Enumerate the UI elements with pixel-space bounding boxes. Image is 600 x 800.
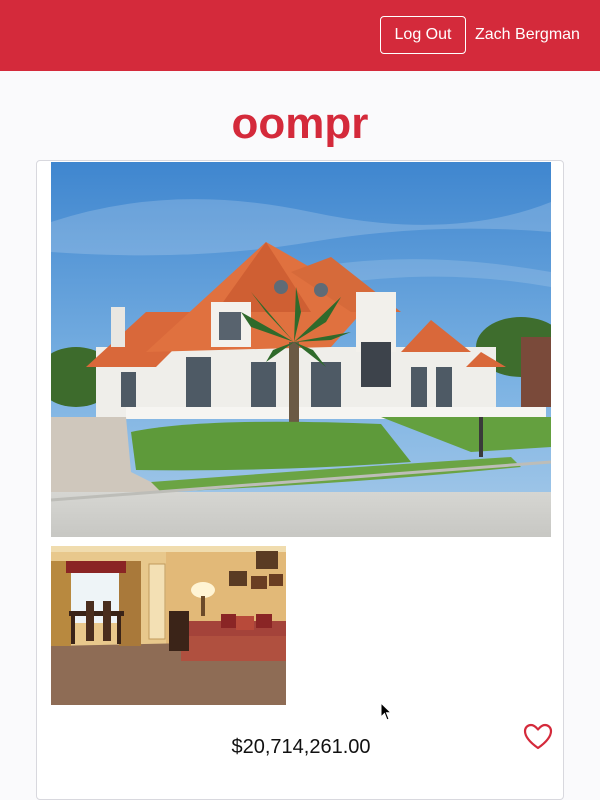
listing-card: $20,714,261.00 [36, 160, 564, 800]
house-exterior-photo[interactable] [51, 162, 551, 537]
logout-button[interactable]: Log Out [380, 16, 466, 54]
listing-price: $20,714,261.00 [231, 736, 371, 758]
app-title: oompr [231, 99, 369, 148]
user-name[interactable]: Zach Bergman [475, 25, 580, 45]
mouse-cursor-icon [380, 702, 393, 721]
living-room-photo[interactable] [51, 546, 286, 705]
heart-outline-icon[interactable] [523, 723, 553, 751]
top-navbar: Log Out Zach Bergman [0, 0, 600, 71]
